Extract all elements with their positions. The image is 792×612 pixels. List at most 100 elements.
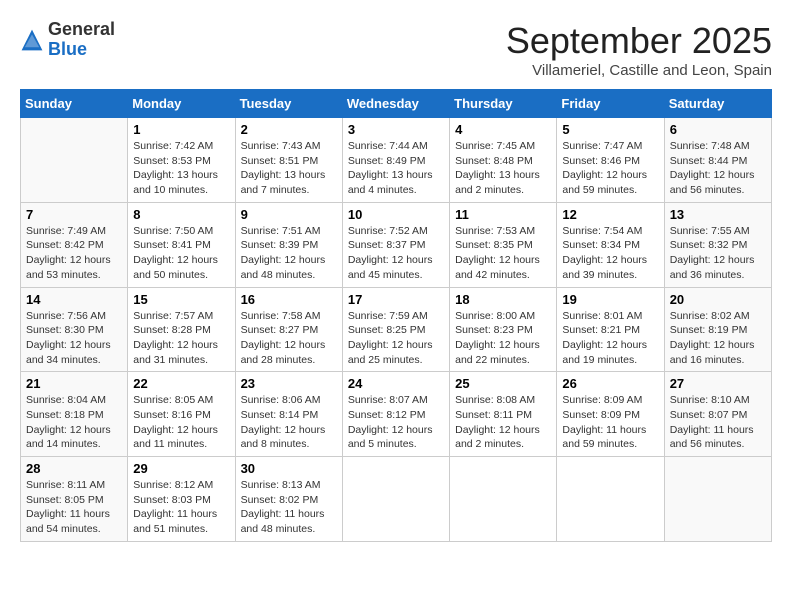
calendar-cell: 8 Sunrise: 7:50 AM Sunset: 8:41 PM Daylig… <box>128 202 235 287</box>
header-row: SundayMondayTuesdayWednesdayThursdayFrid… <box>21 90 772 118</box>
day-number: 23 <box>241 376 337 391</box>
day-number: 9 <box>241 207 337 222</box>
page-header: General Blue September 2025 Villameriel,… <box>20 20 772 79</box>
calendar-cell: 29 Sunrise: 8:12 AM Sunset: 8:03 PM Dayli… <box>128 457 235 542</box>
week-row-1: 7Sunrise: 7:49 AM Sunset: 8:42 PM Daylig… <box>21 202 772 287</box>
logo-general-text: General <box>48 19 115 39</box>
day-header-wednesday: Wednesday <box>342 90 449 118</box>
calendar-cell: 24Sunrise: 8:07 AM Sunset: 8:12 PM Dayli… <box>342 372 449 457</box>
day-info: Sunrise: 8:07 AM Sunset: 8:12 PM Dayligh… <box>348 393 444 452</box>
day-info: Sunrise: 7:57 AM Sunset: 8:28 PM Dayligh… <box>133 309 229 368</box>
month-title: September 2025 <box>506 20 772 62</box>
day-number: 2 <box>241 122 337 137</box>
calendar-cell: 13Sunrise: 7:55 AM Sunset: 8:32 PM Dayli… <box>664 202 771 287</box>
logo-icon <box>20 28 44 52</box>
calendar-cell: 9 Sunrise: 7:51 AM Sunset: 8:39 PM Daylig… <box>235 202 342 287</box>
day-number: 29 <box>133 461 229 476</box>
calendar-cell: 30 Sunrise: 8:13 AM Sunset: 8:02 PM Dayli… <box>235 457 342 542</box>
calendar-cell: 17 Sunrise: 7:59 AM Sunset: 8:25 PM Dayli… <box>342 287 449 372</box>
week-row-4: 28Sunrise: 8:11 AM Sunset: 8:05 PM Dayli… <box>21 457 772 542</box>
calendar-cell: 26 Sunrise: 8:09 AM Sunset: 8:09 PM Dayli… <box>557 372 664 457</box>
day-number: 25 <box>455 376 551 391</box>
calendar-cell: 27 Sunrise: 8:10 AM Sunset: 8:07 PM Dayli… <box>664 372 771 457</box>
logo-blue-text: Blue <box>48 39 87 59</box>
week-row-2: 14 Sunrise: 7:56 AM Sunset: 8:30 PM Dayli… <box>21 287 772 372</box>
day-header-thursday: Thursday <box>450 90 557 118</box>
calendar-cell: 4 Sunrise: 7:45 AM Sunset: 8:48 PM Daylig… <box>450 118 557 203</box>
day-number: 15 <box>133 292 229 307</box>
day-info: Sunrise: 7:56 AM Sunset: 8:30 PM Dayligh… <box>26 309 122 368</box>
calendar-cell: 14 Sunrise: 7:56 AM Sunset: 8:30 PM Dayli… <box>21 287 128 372</box>
day-info: Sunrise: 7:45 AM Sunset: 8:48 PM Dayligh… <box>455 139 551 198</box>
day-number: 26 <box>562 376 658 391</box>
day-header-sunday: Sunday <box>21 90 128 118</box>
day-info: Sunrise: 7:51 AM Sunset: 8:39 PM Dayligh… <box>241 224 337 283</box>
day-number: 14 <box>26 292 122 307</box>
day-header-friday: Friday <box>557 90 664 118</box>
day-number: 19 <box>562 292 658 307</box>
calendar-cell: 12 Sunrise: 7:54 AM Sunset: 8:34 PM Dayli… <box>557 202 664 287</box>
title-block: September 2025 Villameriel, Castille and… <box>506 20 772 79</box>
day-number: 30 <box>241 461 337 476</box>
calendar-cell: 6 Sunrise: 7:48 AM Sunset: 8:44 PM Daylig… <box>664 118 771 203</box>
day-number: 3 <box>348 122 444 137</box>
day-header-monday: Monday <box>128 90 235 118</box>
day-info: Sunrise: 8:09 AM Sunset: 8:09 PM Dayligh… <box>562 393 658 452</box>
calendar-cell: 18 Sunrise: 8:00 AM Sunset: 8:23 PM Dayli… <box>450 287 557 372</box>
calendar-cell <box>664 457 771 542</box>
week-row-0: 1 Sunrise: 7:42 AM Sunset: 8:53 PM Daylig… <box>21 118 772 203</box>
calendar-cell: 3 Sunrise: 7:44 AM Sunset: 8:49 PM Daylig… <box>342 118 449 203</box>
day-number: 10 <box>348 207 444 222</box>
day-info: Sunrise: 8:12 AM Sunset: 8:03 PM Dayligh… <box>133 478 229 537</box>
calendar-cell <box>21 118 128 203</box>
week-row-3: 21 Sunrise: 8:04 AM Sunset: 8:18 PM Dayli… <box>21 372 772 457</box>
day-number: 18 <box>455 292 551 307</box>
day-number: 28 <box>26 461 122 476</box>
day-info: Sunrise: 7:43 AM Sunset: 8:51 PM Dayligh… <box>241 139 337 198</box>
calendar-cell: 23 Sunrise: 8:06 AM Sunset: 8:14 PM Dayli… <box>235 372 342 457</box>
day-number: 17 <box>348 292 444 307</box>
day-number: 16 <box>241 292 337 307</box>
calendar-cell: 11Sunrise: 7:53 AM Sunset: 8:35 PM Dayli… <box>450 202 557 287</box>
day-number: 4 <box>455 122 551 137</box>
day-number: 27 <box>670 376 766 391</box>
calendar-cell: 5Sunrise: 7:47 AM Sunset: 8:46 PM Daylig… <box>557 118 664 203</box>
calendar-cell <box>450 457 557 542</box>
calendar-cell <box>342 457 449 542</box>
calendar-cell: 22 Sunrise: 8:05 AM Sunset: 8:16 PM Dayli… <box>128 372 235 457</box>
calendar-cell: 10 Sunrise: 7:52 AM Sunset: 8:37 PM Dayli… <box>342 202 449 287</box>
day-header-saturday: Saturday <box>664 90 771 118</box>
day-info: Sunrise: 7:53 AM Sunset: 8:35 PM Dayligh… <box>455 224 551 283</box>
calendar-cell: 2 Sunrise: 7:43 AM Sunset: 8:51 PM Daylig… <box>235 118 342 203</box>
calendar-cell: 7Sunrise: 7:49 AM Sunset: 8:42 PM Daylig… <box>21 202 128 287</box>
logo: General Blue <box>20 20 115 60</box>
calendar-cell: 20Sunrise: 8:02 AM Sunset: 8:19 PM Dayli… <box>664 287 771 372</box>
calendar-cell: 16 Sunrise: 7:58 AM Sunset: 8:27 PM Dayli… <box>235 287 342 372</box>
day-info: Sunrise: 7:58 AM Sunset: 8:27 PM Dayligh… <box>241 309 337 368</box>
day-info: Sunrise: 8:13 AM Sunset: 8:02 PM Dayligh… <box>241 478 337 537</box>
day-info: Sunrise: 7:52 AM Sunset: 8:37 PM Dayligh… <box>348 224 444 283</box>
calendar-cell: 28Sunrise: 8:11 AM Sunset: 8:05 PM Dayli… <box>21 457 128 542</box>
day-info: Sunrise: 8:05 AM Sunset: 8:16 PM Dayligh… <box>133 393 229 452</box>
location: Villameriel, Castille and Leon, Spain <box>506 62 772 79</box>
day-number: 8 <box>133 207 229 222</box>
day-info: Sunrise: 8:10 AM Sunset: 8:07 PM Dayligh… <box>670 393 766 452</box>
day-info: Sunrise: 7:59 AM Sunset: 8:25 PM Dayligh… <box>348 309 444 368</box>
day-info: Sunrise: 7:54 AM Sunset: 8:34 PM Dayligh… <box>562 224 658 283</box>
day-info: Sunrise: 7:42 AM Sunset: 8:53 PM Dayligh… <box>133 139 229 198</box>
day-number: 21 <box>26 376 122 391</box>
day-number: 22 <box>133 376 229 391</box>
day-info: Sunrise: 8:01 AM Sunset: 8:21 PM Dayligh… <box>562 309 658 368</box>
day-number: 6 <box>670 122 766 137</box>
calendar-cell <box>557 457 664 542</box>
day-info: Sunrise: 8:06 AM Sunset: 8:14 PM Dayligh… <box>241 393 337 452</box>
day-number: 1 <box>133 122 229 137</box>
day-info: Sunrise: 7:44 AM Sunset: 8:49 PM Dayligh… <box>348 139 444 198</box>
day-number: 12 <box>562 207 658 222</box>
day-info: Sunrise: 7:50 AM Sunset: 8:41 PM Dayligh… <box>133 224 229 283</box>
day-number: 20 <box>670 292 766 307</box>
day-number: 13 <box>670 207 766 222</box>
day-info: Sunrise: 8:04 AM Sunset: 8:18 PM Dayligh… <box>26 393 122 452</box>
day-info: Sunrise: 8:00 AM Sunset: 8:23 PM Dayligh… <box>455 309 551 368</box>
day-info: Sunrise: 7:48 AM Sunset: 8:44 PM Dayligh… <box>670 139 766 198</box>
